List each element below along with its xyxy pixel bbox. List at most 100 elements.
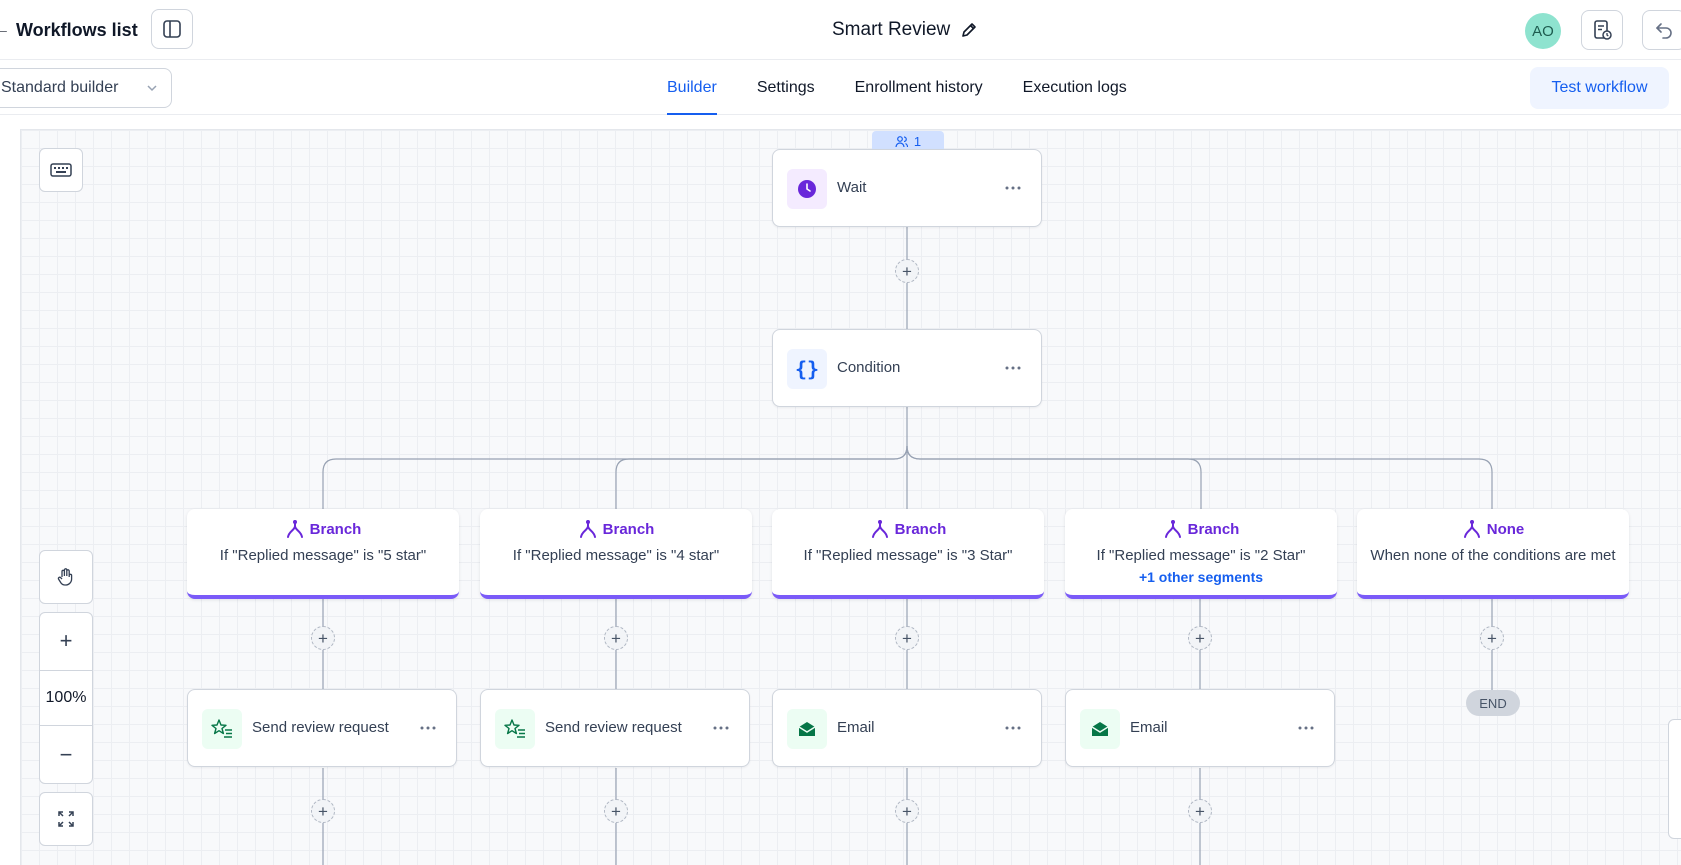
back-to-workflows-link[interactable]: ← Workflows list <box>0 16 138 44</box>
branch-card[interactable]: Branch If "Replied message" is "4 star" <box>480 509 752 599</box>
branch-condition: If "Replied message" is "2 Star" <box>1096 547 1306 564</box>
branch-fork-icon <box>871 520 888 538</box>
branch-header: Branch <box>480 519 752 539</box>
branch-header: Branch <box>187 519 459 539</box>
branch-header: Branch <box>772 519 1044 539</box>
tab-enrollment-history[interactable]: Enrollment history <box>855 60 983 115</box>
toggle-sidebar-button[interactable] <box>151 9 193 49</box>
more-options-icon[interactable] <box>1296 718 1316 738</box>
chevron-down-icon <box>147 85 157 92</box>
review-star-icon <box>202 709 242 749</box>
add-step-button[interactable]: + <box>311 626 335 650</box>
branch-header: Branch <box>1065 519 1337 539</box>
branch-fork-icon <box>1463 520 1480 538</box>
send-review-request-node[interactable]: Send review request <box>187 689 457 767</box>
workflow-tabs: Builder Settings Enrollment history Exec… <box>667 60 1167 115</box>
other-segments-link[interactable]: +1 other segments <box>1065 569 1337 585</box>
more-options-icon[interactable] <box>418 718 438 738</box>
branch-title: Branch <box>602 520 655 538</box>
braces-icon: {} <box>787 349 827 389</box>
branch-condition: When none of the conditions are met <box>1370 547 1616 564</box>
workflow-canvas[interactable]: + 100% − 1 Wait + {} Condition Branch If… <box>20 129 1681 865</box>
email-icon <box>787 709 827 749</box>
zoom-in-button[interactable]: + <box>40 613 92 669</box>
enrolled-count-badge[interactable]: 1 <box>872 131 944 151</box>
add-step-button[interactable]: + <box>311 799 335 823</box>
email-node[interactable]: Email <box>1065 689 1335 767</box>
send-review-request-node[interactable]: Send review request <box>480 689 750 767</box>
minimap-panel[interactable] <box>1668 719 1681 839</box>
arrow-left-icon: ← <box>0 21 10 38</box>
test-workflow-button[interactable]: Test workflow <box>1530 67 1669 109</box>
branch-card[interactable]: Branch If "Replied message" is "5 star" <box>187 509 459 599</box>
avatar-initials: AO <box>1532 22 1554 40</box>
branch-title: Branch <box>894 520 947 538</box>
undo-button[interactable] <box>1642 10 1681 50</box>
add-step-button[interactable]: + <box>1188 626 1212 650</box>
keyboard-icon <box>50 163 72 177</box>
fit-view-button[interactable] <box>39 792 93 846</box>
hand-icon <box>57 568 73 586</box>
user-icon <box>895 135 908 147</box>
top-bar: ← Workflows list Smart Review AO <box>0 0 1681 60</box>
add-step-button[interactable]: + <box>895 799 919 823</box>
add-step-button[interactable]: + <box>895 259 919 283</box>
zoom-controls: + 100% − <box>39 612 93 784</box>
builder-toolbar: Standard builder Builder Settings Enroll… <box>0 60 1681 115</box>
add-step-button[interactable]: + <box>1188 799 1212 823</box>
wait-node-label: Wait <box>837 179 867 196</box>
workflow-title: Smart Review <box>832 19 951 40</box>
branch-condition: If "Replied message" is "3 Star" <box>803 547 1013 564</box>
branch-card[interactable]: Branch If "Replied message" is "2 Star" … <box>1065 509 1337 599</box>
zoom-level: 100% <box>40 670 92 726</box>
workflow-title-area: Smart Review <box>832 16 978 44</box>
condition-node[interactable]: {} Condition <box>772 329 1042 407</box>
branch-header: None <box>1357 519 1629 539</box>
branch-fork-icon <box>286 520 303 538</box>
branch-fork-icon <box>579 520 596 538</box>
zoom-out-button[interactable]: − <box>40 727 92 783</box>
minus-icon: − <box>59 742 73 767</box>
back-link-label: Workflows list <box>16 19 138 40</box>
add-step-button[interactable]: + <box>604 799 628 823</box>
add-step-button[interactable]: + <box>604 626 628 650</box>
undo-icon <box>1656 23 1672 39</box>
branch-title: Branch <box>309 520 362 538</box>
branch-title: None <box>1486 520 1525 538</box>
email-icon <box>1080 709 1120 749</box>
action-label: Email <box>1130 719 1168 736</box>
tab-builder[interactable]: Builder <box>667 60 717 115</box>
more-options-icon[interactable] <box>711 718 731 738</box>
pan-mode-button[interactable] <box>39 550 93 604</box>
keyboard-shortcuts-button[interactable] <box>39 148 83 192</box>
branch-fork-icon <box>1164 520 1181 538</box>
action-label: Send review request <box>545 719 682 736</box>
branch-title: Branch <box>1187 520 1240 538</box>
wait-node[interactable]: Wait <box>772 149 1042 227</box>
pencil-edit-icon[interactable] <box>960 21 978 39</box>
more-options-icon[interactable] <box>1003 178 1023 198</box>
branch-condition: If "Replied message" is "4 star" <box>512 547 720 564</box>
tab-settings[interactable]: Settings <box>757 60 815 115</box>
builder-type-value: Standard builder <box>1 79 119 96</box>
more-options-icon[interactable] <box>1003 358 1023 378</box>
more-options-icon[interactable] <box>1003 718 1023 738</box>
document-clock-icon <box>1594 20 1612 40</box>
review-star-icon <box>495 709 535 749</box>
condition-node-label: Condition <box>837 359 901 376</box>
clock-icon <box>787 169 827 209</box>
branch-card[interactable]: Branch If "Replied message" is "3 Star" <box>772 509 1044 599</box>
branch-card-none[interactable]: None When none of the conditions are met <box>1357 509 1629 599</box>
tab-execution-logs[interactable]: Execution logs <box>1023 60 1127 115</box>
builder-type-select[interactable]: Standard builder <box>0 68 172 108</box>
action-label: Send review request <box>252 719 389 736</box>
user-avatar[interactable]: AO <box>1525 13 1561 49</box>
add-step-button[interactable]: + <box>895 626 919 650</box>
add-step-button[interactable]: + <box>1480 626 1504 650</box>
end-marker: END <box>1466 690 1520 716</box>
plus-icon: + <box>59 628 73 653</box>
enrolled-count: 1 <box>913 133 922 149</box>
version-history-button[interactable] <box>1581 10 1623 50</box>
branch-condition: If "Replied message" is "5 star" <box>219 547 427 564</box>
email-node[interactable]: Email <box>772 689 1042 767</box>
